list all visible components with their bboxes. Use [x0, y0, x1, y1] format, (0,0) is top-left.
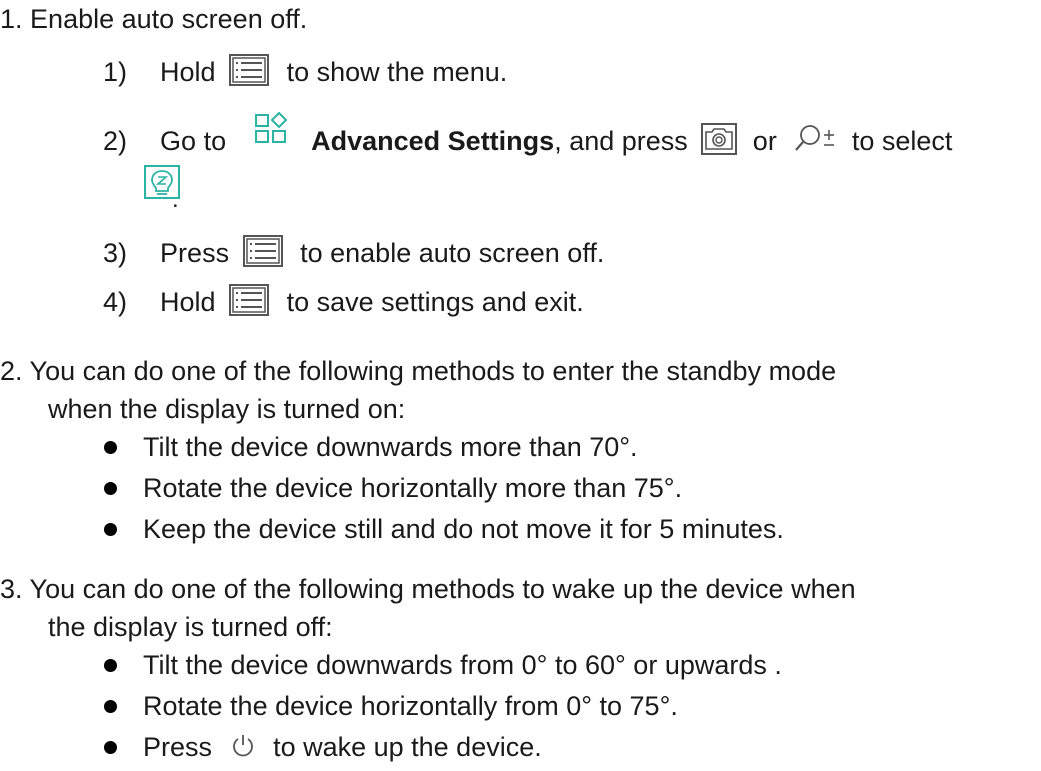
- menu-icon: [242, 234, 283, 267]
- step-1-number: 1.: [0, 4, 23, 34]
- step-1-text: Enable auto screen off.: [30, 4, 308, 34]
- substep-text-middle: , and press: [554, 126, 688, 156]
- step-3-line2: the display is turned off:: [48, 612, 333, 642]
- bullet-item: Tilt the device downwards from 0° to 60°…: [143, 650, 782, 680]
- bullet-text-after: to wake up the device.: [273, 732, 542, 762]
- bullet-item-power: Press to wake up the device.: [143, 730, 542, 764]
- advanced-settings-icon: [254, 111, 288, 146]
- substep-1-2: 2) Go to Advanced Settings, and press or: [103, 111, 953, 158]
- bullet-dot: [104, 523, 117, 536]
- step-2-line1: You can do one of the following methods …: [29, 356, 837, 386]
- step-3: 3. You can do one of the following metho…: [0, 572, 856, 606]
- bullet-dot: [104, 700, 117, 713]
- substep-text: Hold: [160, 57, 216, 87]
- step-2: 2. You can do one of the following metho…: [0, 354, 836, 388]
- substep-text: Hold: [160, 287, 216, 317]
- power-icon: [230, 733, 256, 759]
- substep-1-2-tail: .: [172, 186, 179, 213]
- bullet-item: Tilt the device downwards more than 70°.: [143, 432, 638, 462]
- step-2-line2: when the display is turned on:: [48, 394, 406, 424]
- bullet-text: Press: [143, 732, 213, 762]
- bullet-dot: [104, 741, 117, 754]
- substep-text: Press: [160, 238, 230, 268]
- advanced-settings-label: Advanced Settings: [311, 126, 555, 156]
- substep-text-after: to show the menu.: [286, 57, 508, 87]
- substep-number: 3): [103, 238, 128, 268]
- substep-number: 4): [103, 287, 128, 317]
- bullet-item: Rotate the device horizontally from 0° t…: [143, 691, 678, 721]
- substep-text-after: to select: [851, 126, 953, 156]
- step-3-number: 3.: [0, 574, 23, 604]
- bullet-item: Rotate the device horizontally more than…: [143, 473, 683, 503]
- substep-text: Go to: [160, 126, 227, 156]
- bullet-dot: [104, 482, 117, 495]
- or-text: or: [752, 126, 777, 156]
- bullet-dot: [104, 441, 117, 454]
- menu-icon: [229, 53, 270, 86]
- substep-number: 1): [103, 57, 128, 87]
- camera-icon: [701, 122, 738, 155]
- substep-text-after: to save settings and exit.: [286, 287, 584, 317]
- substep-text-after: to enable auto screen off.: [300, 238, 605, 268]
- step-2-number: 2.: [0, 356, 23, 386]
- bullet-item: Keep the device still and do not move it…: [143, 514, 784, 544]
- zoom-icon: [794, 124, 836, 154]
- step-3-line1: You can do one of the following methods …: [29, 574, 856, 604]
- substep-1-4: 4) Hold to save settings and exit.: [103, 283, 584, 319]
- document-page: 1. Enable auto screen off. 1) Hold to sh…: [0, 0, 1041, 771]
- substep-1-3: 3) Press to enable auto screen off.: [103, 234, 605, 270]
- menu-icon: [229, 283, 270, 316]
- substep-number: 2): [103, 126, 128, 156]
- step-1: 1. Enable auto screen off.: [0, 2, 307, 36]
- substep-1-1: 1) Hold to show the menu.: [103, 53, 508, 89]
- bullet-dot: [104, 659, 117, 672]
